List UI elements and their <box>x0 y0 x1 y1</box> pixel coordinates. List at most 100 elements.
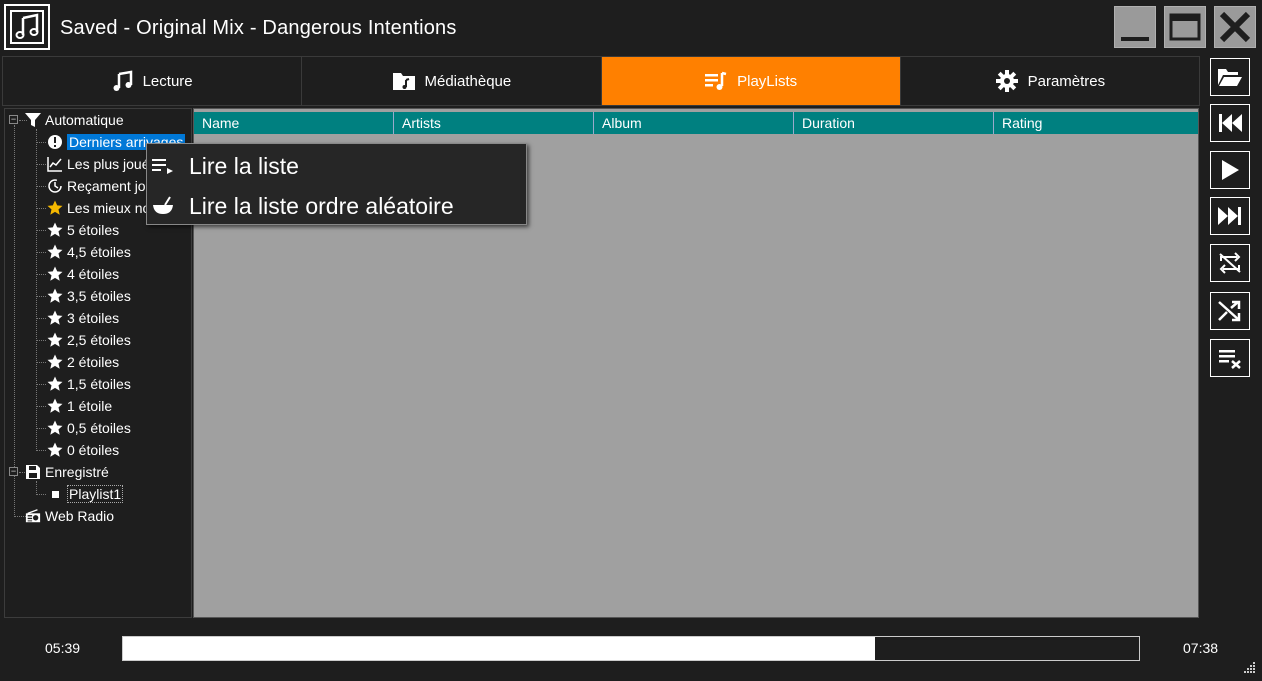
previous-button[interactable] <box>1210 104 1250 142</box>
column-header-duration[interactable]: Duration <box>794 112 994 134</box>
music-note-icon <box>4 4 50 50</box>
tree-node-label: Enregistré <box>45 464 109 480</box>
tree-node-label: 1 étoile <box>67 398 113 414</box>
repeat-button[interactable] <box>1210 244 1250 282</box>
menu-item-play-list-shuffle[interactable]: Lire la liste ordre aléatoire <box>147 186 526 226</box>
tab-lecture[interactable]: Lecture <box>3 57 303 105</box>
shuffle-bowl-icon <box>151 194 175 218</box>
clear-playlist-button[interactable] <box>1210 339 1250 377</box>
new-badge-icon <box>47 134 63 150</box>
star-icon <box>47 310 63 326</box>
minimize-button[interactable] <box>1114 6 1156 48</box>
star-icon <box>47 266 63 282</box>
star-icon <box>47 288 63 304</box>
menu-item-label: Lire la liste ordre aléatoire <box>189 192 454 219</box>
total-time: 07:38 <box>1183 640 1219 656</box>
star-icon <box>47 244 63 260</box>
tree-node-rating[interactable]: 3 étoiles <box>47 308 119 328</box>
maximize-button[interactable] <box>1164 6 1206 48</box>
tree-node-rating[interactable]: 0 étoiles <box>47 440 119 460</box>
tree-node-rating[interactable]: 1,5 étoiles <box>47 374 131 394</box>
star-icon <box>47 398 63 414</box>
shuffle-icon <box>1218 300 1241 322</box>
star-icon <box>47 332 63 348</box>
playlist-icon <box>705 71 727 90</box>
main-tabs: Lecture Médiathèque PlayLists Paramètres <box>2 56 1200 106</box>
tab-label: PlayLists <box>737 72 798 90</box>
tree-node-label: Playlist1 <box>67 485 124 503</box>
tree-node-automatique[interactable]: Automatique <box>25 110 124 130</box>
collapse-enregistre-icon[interactable]: − <box>9 467 18 476</box>
tree-node-rating[interactable]: 4,5 étoiles <box>47 242 131 262</box>
save-disk-icon <box>25 464 41 480</box>
filter-icon <box>25 112 41 128</box>
tree-node-rating[interactable]: 1 étoile <box>47 396 112 416</box>
column-header-album[interactable]: Album <box>594 112 794 134</box>
tree-node-rating[interactable]: 2 étoiles <box>47 352 119 372</box>
tab-label: Paramètres <box>1027 72 1106 90</box>
repeat-off-icon <box>1219 252 1241 274</box>
clear-playlist-icon <box>1219 350 1241 369</box>
tree-node-label: 3,5 étoiles <box>67 288 131 304</box>
shuffle-button[interactable] <box>1210 292 1250 330</box>
star-icon <box>47 420 63 436</box>
tree-node-rating[interactable]: 2,5 étoiles <box>47 330 131 350</box>
star-icon <box>47 354 63 370</box>
folder-music-icon <box>392 73 415 90</box>
tree-node-label: 1,5 étoiles <box>67 376 131 392</box>
menu-item-play-list[interactable]: Lire la liste <box>147 146 526 186</box>
tree-node-rating[interactable]: 4 étoiles <box>47 264 119 284</box>
minimize-icon <box>1121 37 1149 41</box>
tree-node-rating[interactable]: 5 étoiles <box>47 220 119 240</box>
tab-label: Médiathèque <box>424 72 512 90</box>
open-folder-button[interactable] <box>1210 58 1250 96</box>
tree-node-les-plus-joues[interactable]: Les plus joués <box>47 154 157 174</box>
radio-icon <box>25 508 41 524</box>
play-icon <box>1222 160 1239 180</box>
gear-icon <box>995 70 1018 92</box>
tree-node-label: 4 étoiles <box>67 266 120 282</box>
open-folder-icon <box>1218 69 1242 86</box>
tree-node-rating[interactable]: 0,5 étoiles <box>47 418 131 438</box>
column-header-rating[interactable]: Rating <box>994 112 1194 134</box>
tab-label: Lecture <box>142 72 193 90</box>
star-gold-icon <box>47 200 63 216</box>
tree-node-label: 2 étoiles <box>67 354 120 370</box>
tree-node-label: 3 étoiles <box>67 310 120 326</box>
tab-playlists[interactable]: PlayLists <box>601 57 901 105</box>
column-header-name[interactable]: Name <box>194 112 394 134</box>
close-button[interactable] <box>1214 6 1256 48</box>
elapsed-time: 05:39 <box>45 640 81 656</box>
tab-parametres[interactable]: Paramètres <box>901 57 1199 105</box>
tab-mediatheque[interactable]: Médiathèque <box>302 57 602 105</box>
square-icon <box>47 486 63 502</box>
seek-bar-fill <box>123 637 875 660</box>
tree-node-web-radio[interactable]: Web Radio <box>25 506 114 526</box>
tree-node-label: 0 étoiles <box>67 442 120 458</box>
next-button[interactable] <box>1210 197 1250 235</box>
tree-node-label: 4,5 étoiles <box>67 244 131 260</box>
tree-node-playlist1[interactable]: Playlist1 <box>47 484 124 504</box>
menu-item-label: Lire la liste <box>189 152 299 179</box>
tree-node-label: Automatique <box>45 112 124 128</box>
music-note-icon <box>113 70 132 91</box>
chart-icon <box>47 156 63 172</box>
star-icon <box>47 376 63 392</box>
next-icon <box>1218 207 1241 225</box>
tree-node-label: 2,5 étoiles <box>67 332 131 348</box>
window-title: Saved - Original Mix - Dangerous Intenti… <box>60 17 457 39</box>
context-menu: Lire la liste Lire la liste ordre aléato… <box>146 143 527 225</box>
previous-icon <box>1219 114 1242 132</box>
tree-node-label: 0,5 étoiles <box>67 420 131 436</box>
star-icon <box>47 442 63 458</box>
play-list-icon <box>151 154 175 178</box>
tree-node-enregistre[interactable]: Enregistré <box>25 462 109 482</box>
close-icon <box>1219 11 1251 43</box>
seek-bar[interactable] <box>122 636 1140 661</box>
play-button[interactable] <box>1210 151 1250 189</box>
resize-grip-icon[interactable] <box>1241 660 1257 676</box>
tree-node-rating[interactable]: 3,5 étoiles <box>47 286 131 306</box>
collapse-automatique-icon[interactable]: − <box>9 115 18 124</box>
column-header-artists[interactable]: Artists <box>394 112 594 134</box>
tree-node-label: Les plus joués <box>67 156 157 172</box>
